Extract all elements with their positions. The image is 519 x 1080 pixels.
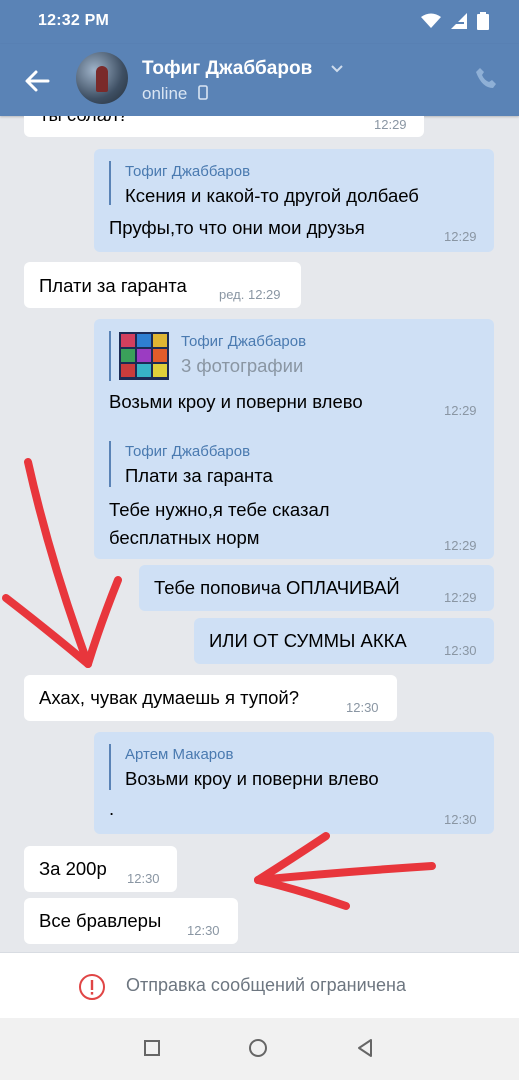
message-text: Пруфы,то что они мои друзья bbox=[109, 217, 365, 238]
avatar[interactable] bbox=[76, 52, 128, 104]
message-text-line1: Тебе нужно,я тебе сказал bbox=[109, 499, 330, 520]
message-outgoing[interactable]: Артем Макаров Возьми кроу и поверни влев… bbox=[94, 732, 494, 834]
message-time: 12:29 bbox=[444, 590, 477, 605]
message-text-line2: бесплатных норм bbox=[109, 527, 260, 548]
phone-icon[interactable] bbox=[474, 66, 498, 90]
reply-quote[interactable] bbox=[109, 744, 111, 790]
quote-author: Тофиг Джаббаров bbox=[181, 333, 307, 350]
quote-text: Возьми кроу и поверни влево bbox=[125, 768, 379, 789]
message-text: Возьми кроу и поверни влево bbox=[109, 391, 363, 412]
status-icons bbox=[421, 12, 489, 30]
message-outgoing[interactable]: Тебе поповича ОПЛАЧИВАЙ 12:29 bbox=[139, 565, 494, 611]
message-time: 12:30 bbox=[187, 923, 220, 938]
quote-text: Плати за гаранта bbox=[125, 465, 273, 486]
status-text: online bbox=[142, 84, 188, 103]
contact-name[interactable]: Тофиг Джаббаров bbox=[142, 58, 312, 80]
back-arrow-icon[interactable] bbox=[22, 66, 52, 96]
message-text: ИЛИ ОТ СУММЫ АККА bbox=[209, 630, 407, 651]
message-time: 12:30 bbox=[444, 643, 477, 658]
message-text: За 200р bbox=[39, 858, 107, 879]
message-outgoing[interactable]: Тофиг Джаббаров Плати за гаранта Тебе ну… bbox=[94, 429, 494, 559]
signal-icon bbox=[451, 13, 467, 29]
message-time: 12:30 bbox=[444, 812, 477, 827]
message-time: 12:29 bbox=[444, 538, 477, 553]
message-text: Все бравлеры bbox=[39, 910, 162, 931]
quote-author: Тофиг Джаббаров bbox=[125, 443, 251, 460]
quote-author: Тофиг Джаббаров bbox=[125, 163, 251, 180]
reply-quote[interactable] bbox=[109, 441, 111, 487]
message-incoming[interactable]: Ахах, чувак думаешь я тупой? 12:30 bbox=[24, 675, 397, 721]
photo-thumbnail[interactable] bbox=[119, 332, 169, 380]
square-nav-icon[interactable] bbox=[143, 1039, 161, 1057]
message-text: ты сблал? bbox=[40, 116, 128, 126]
triangle-nav-icon[interactable] bbox=[356, 1038, 374, 1058]
mobile-icon bbox=[198, 85, 208, 100]
message-time: ред. 12:29 bbox=[219, 287, 281, 302]
contact-status: online bbox=[142, 84, 208, 104]
quote-attachment-label: 3 фотографии bbox=[181, 355, 304, 376]
system-nav-bar bbox=[0, 1018, 519, 1080]
message-text: Плати за гаранта bbox=[39, 275, 187, 296]
battery-icon bbox=[477, 12, 489, 30]
message-time: 12:29 bbox=[374, 117, 407, 132]
message-incoming[interactable]: За 200р 12:30 bbox=[24, 846, 177, 892]
restriction-banner: Отправка сообщений ограничена bbox=[0, 952, 519, 1019]
reply-quote[interactable] bbox=[109, 331, 111, 381]
restriction-text: Отправка сообщений ограничена bbox=[126, 975, 406, 995]
message-outgoing[interactable]: ИЛИ ОТ СУММЫ АККА 12:30 bbox=[194, 618, 494, 664]
reply-quote[interactable] bbox=[109, 161, 111, 205]
alert-icon bbox=[79, 974, 105, 1000]
wifi-icon bbox=[421, 13, 441, 28]
message-incoming[interactable]: Все бравлеры 12:30 bbox=[24, 898, 238, 944]
message-text: Тебе поповича ОПЛАЧИВАЙ bbox=[154, 577, 400, 598]
message-text: Ахах, чувак думаешь я тупой? bbox=[39, 687, 300, 708]
message-time: 12:29 bbox=[444, 403, 477, 418]
message-text: . bbox=[109, 798, 115, 819]
chevron-down-icon[interactable] bbox=[330, 64, 344, 74]
status-time: 12:32 PM bbox=[38, 12, 109, 29]
chat-header: Тофиг Джаббаров online bbox=[0, 44, 519, 116]
message-outgoing[interactable]: Тофиг Джаббаров Ксения и какой-то другой… bbox=[94, 149, 494, 252]
message-incoming[interactable]: ты сблал? 12:29 bbox=[24, 116, 424, 137]
message-time: 12:30 bbox=[346, 700, 379, 715]
quote-author: Артем Макаров bbox=[125, 746, 234, 763]
message-list[interactable]: ты сблал? 12:29 Тофиг Джаббаров Ксения и… bbox=[0, 116, 519, 952]
status-bar: 12:32 PM bbox=[0, 0, 519, 44]
message-time: 12:29 bbox=[444, 229, 477, 244]
circle-nav-icon[interactable] bbox=[248, 1038, 268, 1058]
quote-text: Ксения и какой-то другой долбаеб bbox=[125, 185, 419, 206]
message-time: 12:30 bbox=[127, 871, 160, 886]
message-incoming[interactable]: Плати за гаранта ред. 12:29 bbox=[24, 262, 301, 308]
